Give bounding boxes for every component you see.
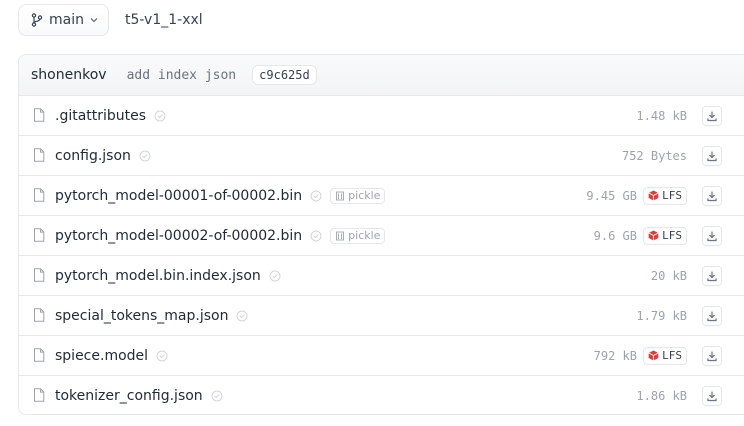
file-size: 1.86 kB xyxy=(636,389,687,403)
file-size: 752 Bytes xyxy=(621,148,687,163)
file-size: 1.79 kB xyxy=(636,308,687,323)
pickle-icon xyxy=(336,191,345,200)
safe-check-icon xyxy=(310,230,322,241)
file-icon xyxy=(34,308,45,322)
safe-check-icon xyxy=(156,350,168,361)
file-icon xyxy=(34,148,45,162)
branch-label: main xyxy=(49,12,84,28)
file-name[interactable]: config.json xyxy=(55,148,131,164)
download-icon xyxy=(707,271,717,281)
file-name[interactable]: spiece.model xyxy=(55,348,148,364)
repo-path: t5-v1_1-xxl xyxy=(124,12,203,28)
lfs-label: LFS xyxy=(662,229,682,242)
file-name[interactable]: tokenizer_config.json xyxy=(55,388,203,404)
file-row: .gitattributes 1.48 kB xyxy=(19,96,744,136)
commit-author[interactable]: shonenkov xyxy=(31,67,107,83)
last-commit-bar: shonenkov add index json c9c625d xyxy=(19,55,744,96)
lfs-cube-icon xyxy=(648,190,659,201)
file-name-group: config.json xyxy=(55,148,151,164)
file-name-group: spiece.model xyxy=(55,348,168,364)
safe-check-icon xyxy=(236,310,248,321)
file-list: .gitattributes 1.48 kB config.json 752 B… xyxy=(19,96,744,414)
file-row: pytorch_model-00001-of-00002.bin pickle … xyxy=(19,176,744,216)
pickle-label: pickle xyxy=(348,229,381,242)
file-name[interactable]: pytorch_model-00002-of-00002.bin xyxy=(55,228,302,244)
download-button[interactable] xyxy=(702,345,722,366)
pickle-icon xyxy=(336,231,345,240)
file-name-group: special_tokens_map.json xyxy=(55,308,248,324)
pickle-badge[interactable]: pickle xyxy=(330,227,386,244)
file-name[interactable]: .gitattributes xyxy=(55,108,146,124)
chevron-down-icon xyxy=(90,18,98,23)
commit-message[interactable]: add index json xyxy=(127,68,237,83)
file-icon xyxy=(34,108,45,122)
safe-check-icon xyxy=(154,110,166,121)
file-size: 1.48 kB xyxy=(636,108,687,123)
download-button[interactable] xyxy=(702,225,722,246)
safe-check-icon xyxy=(310,190,322,201)
lfs-badge[interactable]: LFS xyxy=(643,226,687,245)
file-name[interactable]: special_tokens_map.json xyxy=(55,308,228,324)
safe-check-icon xyxy=(139,150,151,161)
download-icon xyxy=(707,191,717,201)
file-name-group: pytorch_model.bin.index.json xyxy=(55,268,281,284)
file-size: 9.6 GB xyxy=(593,228,637,243)
download-button[interactable] xyxy=(702,145,722,166)
file-name-group: tokenizer_config.json xyxy=(55,388,223,404)
download-button[interactable] xyxy=(702,386,722,406)
file-name-group: pytorch_model-00002-of-00002.bin pickle xyxy=(55,227,386,244)
commit-hash[interactable]: c9c625d xyxy=(252,65,317,85)
file-icon xyxy=(34,268,45,282)
file-size: 792 kB xyxy=(593,348,637,363)
file-list-panel: shonenkov add index json c9c625d .gitatt… xyxy=(18,54,744,415)
branch-selector[interactable]: main xyxy=(18,4,109,36)
lfs-label: LFS xyxy=(662,349,682,362)
lfs-badge[interactable]: LFS xyxy=(643,346,687,365)
lfs-label: LFS xyxy=(662,189,682,202)
download-button[interactable] xyxy=(702,105,722,126)
download-icon xyxy=(707,231,717,241)
git-branch-icon xyxy=(31,13,43,27)
file-name[interactable]: pytorch_model.bin.index.json xyxy=(55,268,261,284)
file-icon xyxy=(34,228,45,242)
safe-check-icon xyxy=(211,390,223,402)
file-row: pytorch_model.bin.index.json 20 kB xyxy=(19,256,744,296)
file-icon xyxy=(34,388,45,402)
pickle-label: pickle xyxy=(348,189,381,202)
lfs-cube-icon xyxy=(648,230,659,241)
file-name-group: pytorch_model-00001-of-00002.bin pickle xyxy=(55,187,386,204)
repo-header: main t5-v1_1-xxl xyxy=(18,4,203,36)
file-row: tokenizer_config.json 1.86 kB xyxy=(19,376,744,414)
file-row: pytorch_model-00002-of-00002.bin pickle … xyxy=(19,216,744,256)
file-row: spiece.model 792 kB LFS xyxy=(19,336,744,376)
download-icon xyxy=(707,351,717,361)
file-size: 9.45 GB xyxy=(586,188,637,203)
file-name-group: .gitattributes xyxy=(55,108,166,124)
download-button[interactable] xyxy=(702,305,722,326)
download-icon xyxy=(707,111,717,121)
download-icon xyxy=(707,391,717,402)
download-icon xyxy=(707,151,717,161)
download-button[interactable] xyxy=(702,265,722,286)
lfs-cube-icon xyxy=(648,350,659,361)
file-icon xyxy=(34,188,45,202)
safe-check-icon xyxy=(269,270,281,281)
pickle-badge[interactable]: pickle xyxy=(330,187,386,204)
file-size: 20 kB xyxy=(650,268,687,283)
file-name[interactable]: pytorch_model-00001-of-00002.bin xyxy=(55,188,302,204)
lfs-badge[interactable]: LFS xyxy=(643,186,687,205)
file-row: special_tokens_map.json 1.79 kB xyxy=(19,296,744,336)
file-row: config.json 752 Bytes xyxy=(19,136,744,176)
file-icon xyxy=(34,348,45,362)
download-button[interactable] xyxy=(702,185,722,206)
download-icon xyxy=(707,311,717,321)
